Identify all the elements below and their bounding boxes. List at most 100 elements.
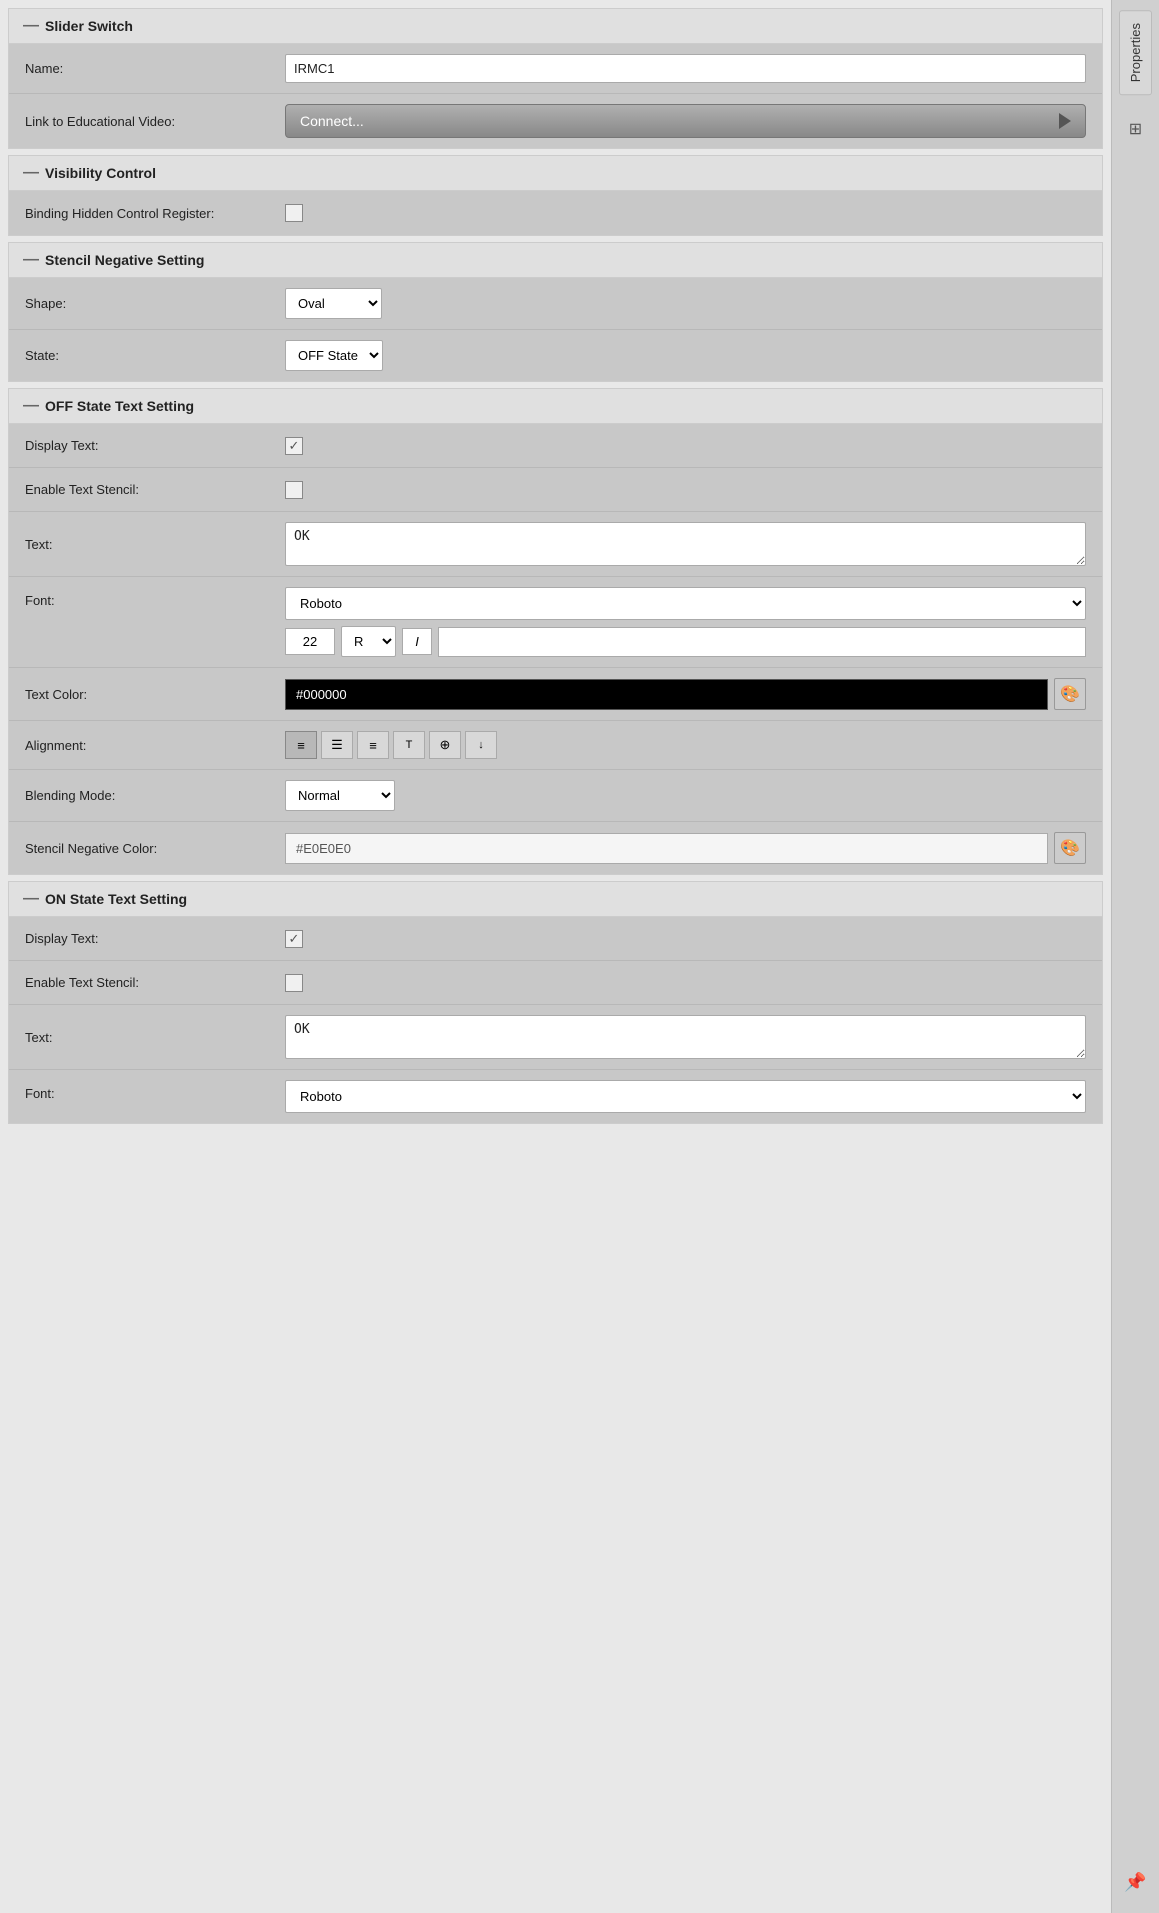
name-control <box>285 54 1086 83</box>
visibility-control-icon: — <box>23 164 39 182</box>
off-align-bottom-btn[interactable]: ↓ <box>465 731 497 759</box>
stencil-negative-section: — Stencil Negative Setting Shape: Oval R… <box>8 242 1103 382</box>
visibility-control-header: — Visibility Control <box>9 156 1102 191</box>
off-display-text-row: Display Text: <box>9 424 1102 468</box>
off-text-input[interactable]: OK <box>285 522 1086 566</box>
off-blending-label: Blending Mode: <box>25 788 285 803</box>
state-row: State: OFF State ON State <box>9 330 1102 381</box>
on-text-control: OK <box>285 1015 1086 1059</box>
slider-switch-icon: — <box>23 17 39 35</box>
on-enable-stencil-control <box>285 974 1086 992</box>
visibility-control-section: — Visibility Control Binding Hidden Cont… <box>8 155 1103 236</box>
off-align-top-btn[interactable]: T <box>393 731 425 759</box>
off-state-text-title: OFF State Text Setting <box>45 398 194 414</box>
on-font-select[interactable]: Roboto Arial Helvetica <box>285 1080 1086 1113</box>
off-align-center-btn[interactable]: ☰ <box>321 731 353 759</box>
slider-switch-header: — Slider Switch <box>9 9 1102 44</box>
off-alignment-control: ≡ ☰ ≡ T ⊕ ↓ <box>285 731 1086 759</box>
right-sidebar: Properties ⊞ 📌 <box>1111 0 1159 1913</box>
off-font-control: Roboto Arial Helvetica R B I <box>285 587 1086 657</box>
off-text-row: Text: OK <box>9 512 1102 577</box>
on-state-text-title: ON State Text Setting <box>45 891 187 907</box>
name-label: Name: <box>25 61 285 76</box>
name-input[interactable] <box>285 54 1086 83</box>
connect-button[interactable]: Connect... <box>285 104 1086 138</box>
off-state-icon: — <box>23 397 39 415</box>
slider-switch-body: Name: Link to Educational Video: Connect… <box>9 44 1102 148</box>
off-text-color-label: Text Color: <box>25 687 285 702</box>
off-font-row-inner: Roboto Arial Helvetica R B I <box>285 587 1086 657</box>
off-font-size-row: R B I <box>285 626 1086 657</box>
off-text-label: Text: <box>25 537 285 552</box>
off-state-text-section: — OFF State Text Setting Display Text: E… <box>8 388 1103 875</box>
off-text-color-display: #000000 <box>285 679 1048 710</box>
off-font-italic-btn[interactable]: I <box>402 628 432 655</box>
video-row: Link to Educational Video: Connect... <box>9 94 1102 148</box>
on-display-text-label: Display Text: <box>25 931 285 946</box>
bottom-spacer <box>8 1130 1103 1330</box>
off-text-color-palette-btn[interactable]: 🎨 <box>1054 678 1086 710</box>
slider-switch-title: Slider Switch <box>45 18 133 34</box>
binding-row: Binding Hidden Control Register: <box>9 191 1102 235</box>
on-display-text-row: Display Text: <box>9 917 1102 961</box>
off-stencil-neg-color-control: #E0E0E0 🎨 <box>285 832 1086 864</box>
off-align-right-btn[interactable]: ≡ <box>357 731 389 759</box>
on-display-text-control <box>285 930 1086 948</box>
on-text-row: Text: OK <box>9 1005 1102 1070</box>
off-display-text-checkbox[interactable] <box>285 437 303 455</box>
off-alignment-row: Alignment: ≡ ☰ ≡ T ⊕ ↓ <box>9 721 1102 770</box>
off-stencil-neg-palette-btn[interactable]: 🎨 <box>1054 832 1086 864</box>
slider-switch-section: — Slider Switch Name: Link to Educationa… <box>8 8 1103 149</box>
off-font-size-input[interactable] <box>285 628 335 655</box>
off-font-select[interactable]: Roboto Arial Helvetica <box>285 587 1086 620</box>
off-stencil-neg-color-value: #E0E0E0 <box>296 841 351 856</box>
off-display-text-label: Display Text: <box>25 438 285 453</box>
pin-icon[interactable]: 📌 <box>1124 1872 1146 1893</box>
off-font-style-select[interactable]: R B <box>341 626 396 657</box>
visibility-control-title: Visibility Control <box>45 165 156 181</box>
binding-control <box>285 204 1086 222</box>
on-enable-stencil-checkbox[interactable] <box>285 974 303 992</box>
off-text-control: OK <box>285 522 1086 566</box>
off-blending-row: Blending Mode: Normal Multiply Screen Ov… <box>9 770 1102 822</box>
state-control: OFF State ON State <box>285 340 1086 371</box>
shape-row: Shape: Oval Rectangle Diamond <box>9 278 1102 330</box>
off-enable-stencil-label: Enable Text Stencil: <box>25 482 285 497</box>
binding-checkbox[interactable] <box>285 204 303 222</box>
off-state-text-body: Display Text: Enable Text Stencil: Text: <box>9 424 1102 874</box>
shape-control: Oval Rectangle Diamond <box>285 288 1086 319</box>
on-font-label: Font: <box>25 1080 285 1101</box>
state-select[interactable]: OFF State ON State <box>285 340 383 371</box>
off-text-color-row: Text Color: #000000 🎨 <box>9 668 1102 721</box>
shape-select[interactable]: Oval Rectangle Diamond <box>285 288 382 319</box>
on-display-text-checkbox[interactable] <box>285 930 303 948</box>
off-enable-stencil-control <box>285 481 1086 499</box>
off-align-left-btn[interactable]: ≡ <box>285 731 317 759</box>
on-enable-stencil-row: Enable Text Stencil: <box>9 961 1102 1005</box>
off-enable-stencil-row: Enable Text Stencil: <box>9 468 1102 512</box>
off-stencil-neg-color-row: Stencil Negative Color: #E0E0E0 🎨 <box>9 822 1102 874</box>
off-stencil-neg-color-display: #E0E0E0 <box>285 833 1048 864</box>
stencil-negative-icon: — <box>23 251 39 269</box>
name-row: Name: <box>9 44 1102 94</box>
on-font-control: Roboto Arial Helvetica <box>285 1080 1086 1113</box>
binding-label: Binding Hidden Control Register: <box>25 206 285 221</box>
controls-icon[interactable]: ⊞ <box>1129 119 1142 139</box>
properties-label: Properties <box>1128 23 1143 82</box>
video-control: Connect... <box>285 104 1086 138</box>
on-text-input[interactable]: OK <box>285 1015 1086 1059</box>
properties-tab[interactable]: Properties <box>1119 10 1152 95</box>
off-enable-stencil-checkbox[interactable] <box>285 481 303 499</box>
visibility-control-body: Binding Hidden Control Register: <box>9 191 1102 235</box>
off-font-row: Font: Roboto Arial Helvetica R <box>9 577 1102 668</box>
video-label: Link to Educational Video: <box>25 114 285 129</box>
stencil-negative-header: — Stencil Negative Setting <box>9 243 1102 278</box>
off-stencil-neg-color-label: Stencil Negative Color: <box>25 841 285 856</box>
on-state-text-body: Display Text: Enable Text Stencil: Text: <box>9 917 1102 1123</box>
stencil-negative-body: Shape: Oval Rectangle Diamond State: OFF… <box>9 278 1102 381</box>
off-align-middle-btn[interactable]: ⊕ <box>429 731 461 759</box>
on-state-icon: — <box>23 890 39 908</box>
shape-label: Shape: <box>25 296 285 311</box>
off-blending-select[interactable]: Normal Multiply Screen Overlay <box>285 780 395 811</box>
off-display-text-control <box>285 437 1086 455</box>
